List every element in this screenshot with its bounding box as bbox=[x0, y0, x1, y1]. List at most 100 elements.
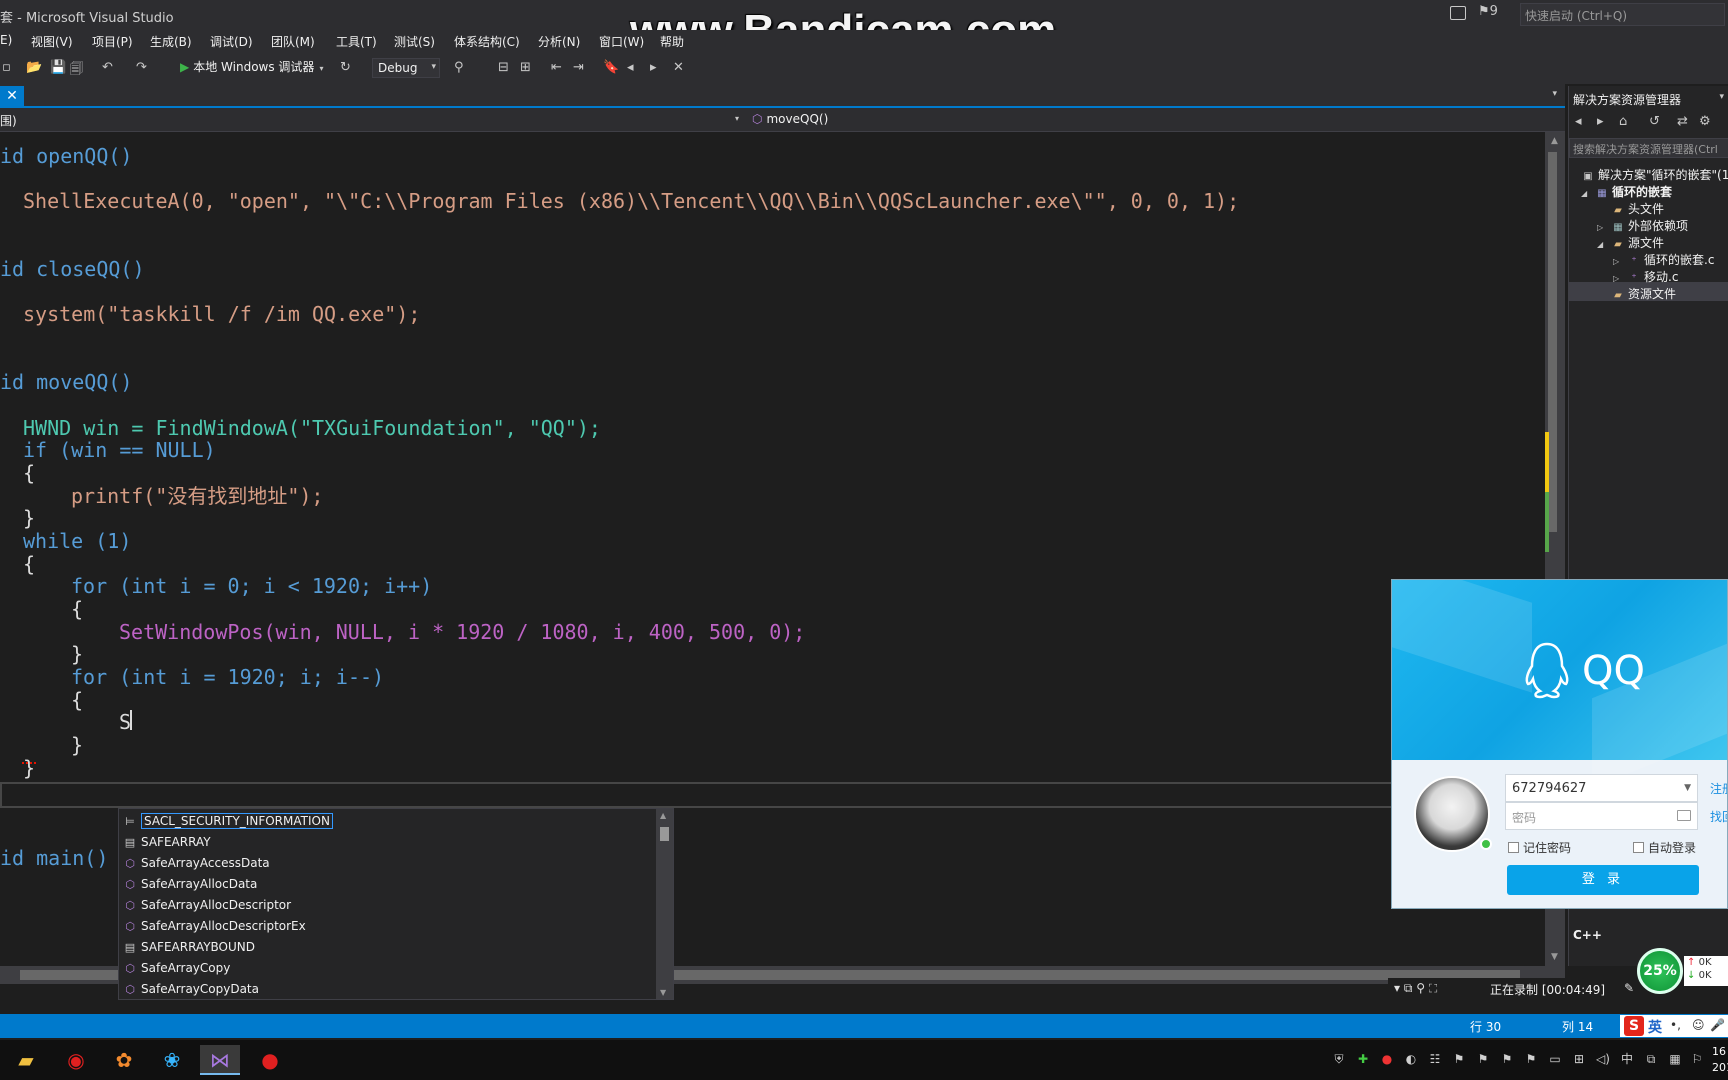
file-explorer-icon[interactable]: ▰ bbox=[6, 1045, 46, 1075]
volume-icon[interactable]: ◁) bbox=[1596, 1052, 1610, 1066]
menu-help[interactable]: 帮助 bbox=[660, 33, 684, 50]
list-item[interactable]: ⬡ SafeArrayAllocData bbox=[119, 874, 654, 895]
recorder-controls[interactable]: ▾ ⧉ ⚲ ⛶ bbox=[1394, 981, 1437, 996]
sync-icon[interactable]: ⇄ bbox=[1677, 114, 1688, 129]
intellisense-list[interactable]: ⊨ SACL_SECURITY_INFORMATION ▤ SAFEARRAY ⬡ S… bbox=[118, 808, 674, 1000]
list-item[interactable]: ⬡ SafeArrayCopyData bbox=[119, 979, 654, 1000]
undo-icon[interactable]: ↶ bbox=[102, 60, 113, 75]
layout-alt-icon[interactable]: ⊞ bbox=[520, 60, 531, 75]
properties-icon[interactable]: ⚙ bbox=[1699, 114, 1711, 129]
menu-tools[interactable]: 工具(T) bbox=[336, 33, 377, 50]
menu-test[interactable]: 测试(S) bbox=[394, 33, 435, 50]
list-item[interactable]: ⊨ SACL_SECURITY_INFORMATION bbox=[119, 811, 654, 832]
explorer-search-input[interactable]: 搜索解决方案资源管理器(Ctrl bbox=[1569, 138, 1728, 158]
plus-tray-icon[interactable]: ✚ bbox=[1356, 1052, 1370, 1066]
security-tray-icon[interactable]: ⛨ bbox=[1332, 1052, 1346, 1066]
password-input[interactable]: 密码 bbox=[1505, 802, 1698, 830]
tray-icon[interactable]: ⚑ bbox=[1500, 1052, 1514, 1066]
history-icon[interactable]: ↺ bbox=[1649, 114, 1660, 129]
register-link[interactable]: 注册 bbox=[1710, 780, 1727, 797]
ime-toolbar[interactable]: S 英 •, ☺ 🎤 bbox=[1620, 1015, 1728, 1037]
scroll-thumb[interactable] bbox=[1548, 152, 1557, 532]
save-icon[interactable]: 💾 bbox=[50, 60, 66, 75]
bandicam-icon[interactable]: ● bbox=[250, 1045, 290, 1075]
remember-password-checkbox[interactable]: 记住密码 bbox=[1508, 839, 1571, 856]
cpu-usage-badge[interactable]: 25% bbox=[1637, 948, 1683, 994]
chevron-down-icon[interactable]: ▼ bbox=[1684, 783, 1691, 793]
list-item[interactable]: ▤ SAFEARRAYBOUND bbox=[119, 937, 654, 958]
pencil-icon[interactable]: ✎ bbox=[1624, 981, 1634, 995]
panel-menu-chevron-icon[interactable]: ▾ bbox=[1719, 92, 1724, 102]
quick-launch-input[interactable]: 快速启动 (Ctrl+Q) bbox=[1520, 3, 1725, 26]
ime-tray-icon[interactable]: 中 bbox=[1620, 1052, 1634, 1066]
scroll-down-icon[interactable]: ▼ bbox=[1551, 952, 1558, 962]
tray-icon[interactable]: ⚑ bbox=[1452, 1052, 1466, 1066]
tray-icon[interactable]: ⧉ bbox=[1644, 1052, 1658, 1066]
network-icon[interactable]: ⊞ bbox=[1572, 1052, 1586, 1066]
list-item[interactable]: ⬡ SafeArrayCopy bbox=[119, 958, 654, 979]
clear-bookmarks-icon[interactable]: ✕ bbox=[673, 60, 684, 75]
menu-architecture[interactable]: 体系结构(C) bbox=[454, 33, 520, 50]
next-bookmark-icon[interactable]: ▸ bbox=[650, 60, 657, 75]
menu-analyze[interactable]: 分析(N) bbox=[538, 33, 580, 50]
window-icon[interactable]: ⧉ bbox=[1404, 981, 1413, 995]
menu-project[interactable]: 项目(P) bbox=[92, 33, 133, 50]
tray-icon[interactable]: ☷ bbox=[1428, 1052, 1442, 1066]
tray-icon[interactable]: ⚑ bbox=[1524, 1052, 1538, 1066]
list-scrollbar[interactable]: ▲ ▼ bbox=[656, 809, 673, 999]
open-file-icon[interactable]: 📂 bbox=[26, 60, 42, 75]
back-icon[interactable]: ◂ bbox=[1575, 114, 1582, 129]
tray-icon[interactable]: ▦ bbox=[1668, 1052, 1682, 1066]
notification-icon[interactable] bbox=[1450, 6, 1466, 20]
prev-bookmark-icon[interactable]: ◂ bbox=[627, 60, 634, 75]
feedback-flag-icon[interactable]: ⚑9 bbox=[1478, 4, 1498, 19]
zoom-icon[interactable]: ⚲ bbox=[1416, 981, 1425, 995]
list-item[interactable]: ▤ SAFEARRAY bbox=[119, 832, 654, 853]
indent-icon[interactable]: ⇥ bbox=[573, 60, 584, 75]
tray-icon[interactable]: ⚐ bbox=[1690, 1052, 1704, 1066]
find-icon[interactable]: ⚲ bbox=[454, 60, 464, 75]
list-item[interactable]: ⬡ SafeArrayAllocDescriptor bbox=[119, 895, 654, 916]
visual-studio-icon[interactable]: ⋈ bbox=[200, 1045, 240, 1075]
tab-list-chevron-icon[interactable]: ▾ bbox=[1552, 89, 1557, 99]
home-icon[interactable]: ⌂ bbox=[1619, 114, 1627, 129]
punctuation-icon[interactable]: •, bbox=[1670, 1018, 1681, 1032]
menu-build[interactable]: 生成(B) bbox=[150, 33, 192, 50]
netease-music-icon[interactable]: ◉ bbox=[56, 1045, 96, 1075]
refresh-icon[interactable]: ↻ bbox=[340, 60, 351, 75]
scroll-thumb[interactable] bbox=[660, 827, 669, 841]
tree-item-resources[interactable]: ▰ 资源文件 bbox=[1611, 285, 1676, 304]
color-picker-icon[interactable]: ✿ bbox=[104, 1045, 144, 1075]
account-input[interactable]: 672794627 ▼ bbox=[1505, 774, 1698, 802]
bookmark-icon[interactable]: 🔖 bbox=[603, 60, 619, 75]
capture-area-icon[interactable]: ⛶ bbox=[1429, 981, 1437, 995]
menu-team[interactable]: 团队(M) bbox=[271, 33, 315, 50]
auto-login-checkbox[interactable]: 自动登录 bbox=[1633, 839, 1696, 856]
menu-file[interactable]: E) bbox=[0, 33, 12, 47]
retrieve-password-link[interactable]: 找回 bbox=[1710, 808, 1727, 825]
avatar[interactable] bbox=[1414, 776, 1490, 852]
ime-mode[interactable]: 英 bbox=[1648, 1017, 1662, 1037]
list-item[interactable]: ⬡ SafeArrayAccessData bbox=[119, 853, 654, 874]
outdent-icon[interactable]: ⇤ bbox=[551, 60, 562, 75]
record-tray-icon[interactable]: ● bbox=[1380, 1052, 1394, 1066]
save-all-icon[interactable]: 🗐 bbox=[70, 60, 83, 82]
login-button[interactable]: 登 录 bbox=[1507, 865, 1699, 895]
list-item[interactable]: ⬡ SafeArrayAllocDescriptorEx bbox=[119, 916, 654, 937]
menu-debug[interactable]: 调试(D) bbox=[210, 33, 253, 50]
menu-view[interactable]: 视图(V) bbox=[31, 33, 73, 50]
tray-icon[interactable]: ⚑ bbox=[1476, 1052, 1490, 1066]
scroll-up-icon[interactable]: ▲ bbox=[660, 811, 666, 820]
system-clock[interactable]: 16 2018 bbox=[1712, 1044, 1728, 1076]
layout-icon[interactable]: ⊟ bbox=[498, 60, 509, 75]
redo-icon[interactable]: ↷ bbox=[136, 60, 147, 75]
scroll-up-icon[interactable]: ▲ bbox=[1551, 136, 1558, 146]
battery-icon[interactable]: ▭ bbox=[1548, 1052, 1562, 1066]
scroll-down-icon[interactable]: ▼ bbox=[660, 988, 666, 997]
keyboard-icon[interactable] bbox=[1677, 810, 1691, 821]
scope-dropdown[interactable]: 围) bbox=[0, 112, 745, 129]
start-debugging-button[interactable]: ▶ 本地 Windows 调试器 ▾ bbox=[180, 58, 323, 78]
member-dropdown[interactable]: ⬡ moveQQ() bbox=[752, 112, 828, 126]
new-item-icon[interactable]: ▫ bbox=[2, 60, 11, 75]
chevron-down-icon[interactable]: ▾ bbox=[1394, 981, 1400, 995]
